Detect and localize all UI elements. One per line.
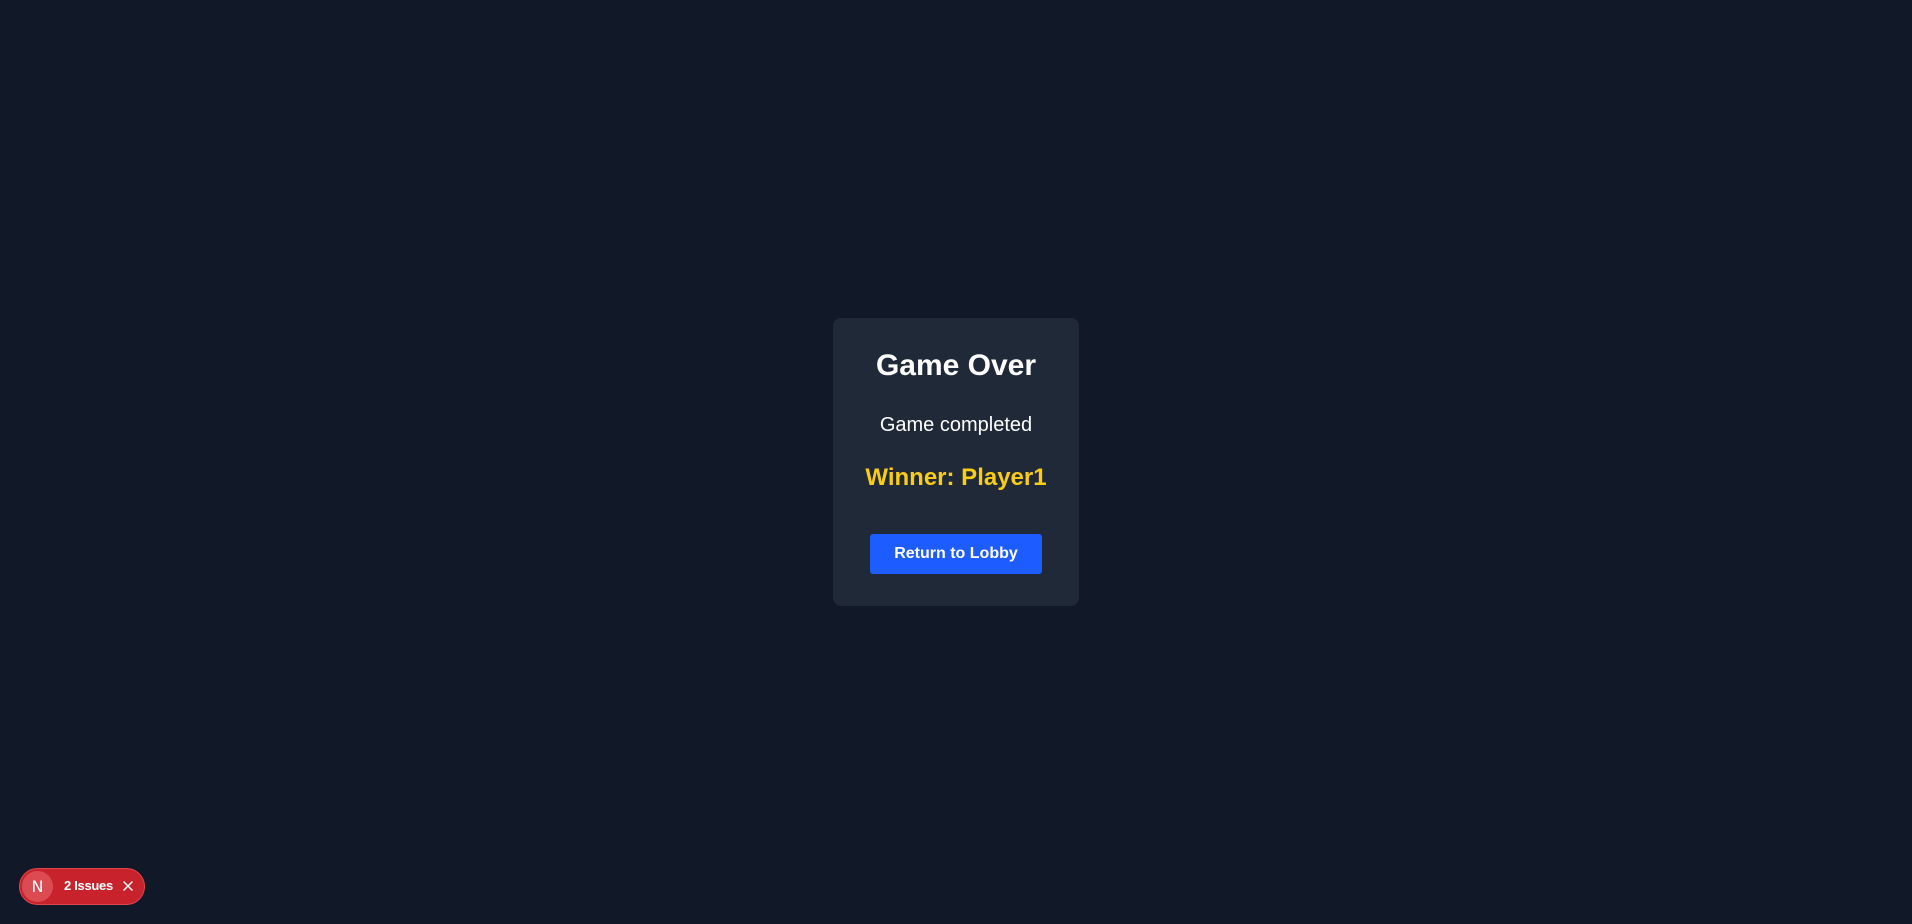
winner-text: Winner: Player1 <box>865 464 1047 491</box>
game-over-page: Game Over Game completed Winner: Player1… <box>0 0 1912 924</box>
game-status-message: Game completed <box>879 414 1033 436</box>
nextjs-logo-icon[interactable]: N <box>22 871 53 902</box>
dev-issues-badge[interactable]: N 2 Issues <box>19 868 145 905</box>
return-to-lobby-button[interactable]: Return to Lobby <box>870 534 1042 574</box>
close-icon[interactable] <box>120 878 136 894</box>
game-over-card: Game Over Game completed Winner: Player1… <box>833 318 1079 606</box>
issues-count-label[interactable]: 2 Issues <box>64 878 113 893</box>
game-over-title: Game Over <box>875 349 1037 382</box>
